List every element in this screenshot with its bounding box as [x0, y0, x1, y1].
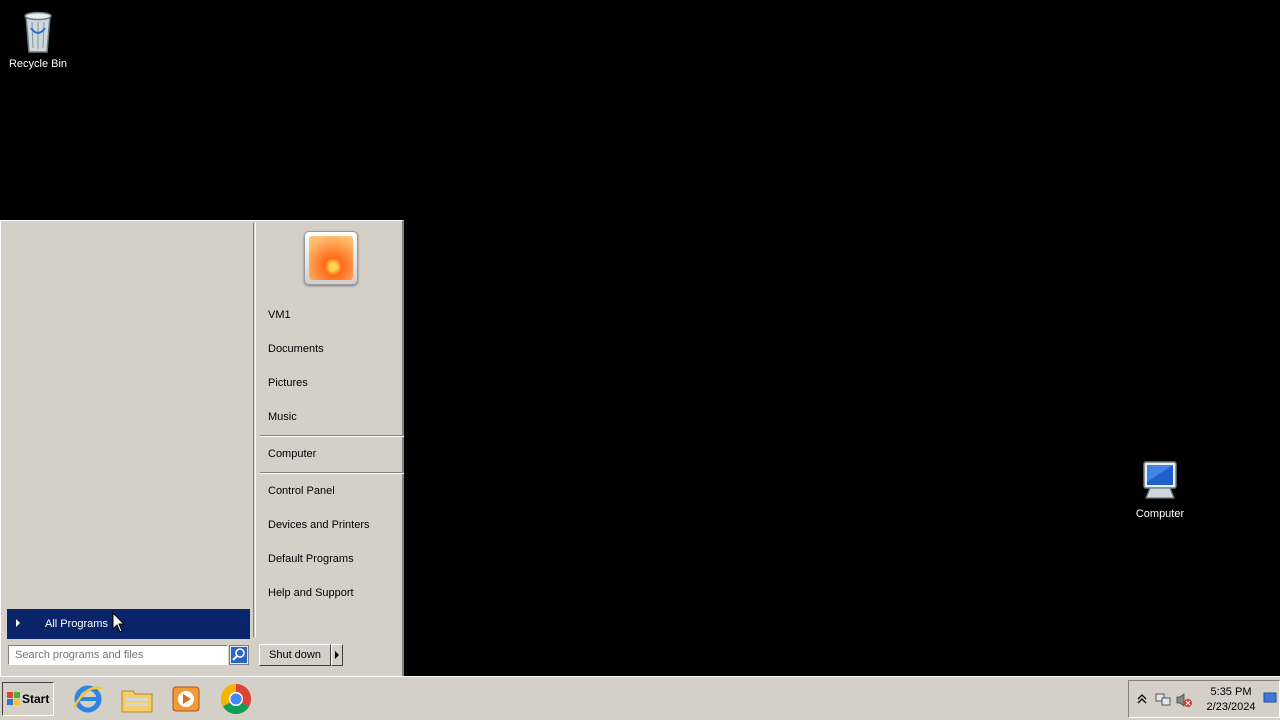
- start-item-default-programs[interactable]: Default Programs: [268, 549, 354, 569]
- clock-time: 5:35 PM: [1210, 686, 1252, 698]
- all-programs-button[interactable]: All Programs: [7, 609, 250, 639]
- user-avatar[interactable]: [304, 231, 358, 285]
- network-icon[interactable]: [1155, 692, 1171, 708]
- volume-muted-icon[interactable]: [1175, 692, 1193, 708]
- start-item-devices-printers[interactable]: Devices and Printers: [268, 515, 370, 535]
- flower-picture-icon: [309, 236, 353, 280]
- search-icon: [231, 647, 247, 663]
- start-button[interactable]: Start: [2, 682, 54, 716]
- start-item-control-panel[interactable]: Control Panel: [268, 481, 335, 501]
- search-button[interactable]: [229, 645, 249, 665]
- search-input[interactable]: [8, 645, 228, 665]
- clock[interactable]: 5:35 PM 2/23/2024: [1201, 685, 1261, 715]
- start-label: Start: [22, 692, 50, 706]
- start-item-pictures[interactable]: Pictures: [268, 373, 308, 393]
- chrome-icon[interactable]: [218, 681, 254, 717]
- clock-date: 2/23/2024: [1206, 701, 1256, 713]
- shutdown-button[interactable]: Shut down: [259, 644, 331, 666]
- start-item-help-support[interactable]: Help and Support: [268, 583, 354, 603]
- media-player-icon[interactable]: [168, 681, 204, 717]
- notification-area: 5:35 PM 2/23/2024: [1128, 680, 1280, 718]
- start-item-computer[interactable]: Computer: [268, 444, 316, 464]
- internet-explorer-icon[interactable]: [70, 681, 106, 717]
- start-item-documents[interactable]: Documents: [268, 339, 324, 359]
- mouse-cursor-icon: [112, 612, 126, 633]
- chevron-up-icon: [1137, 694, 1147, 704]
- windows-explorer-icon[interactable]: [119, 681, 155, 717]
- separator: [260, 435, 404, 437]
- recycle-bin-icon: [14, 8, 62, 56]
- start-menu-places-pane: VM1 Documents Pictures Music Computer Co…: [255, 223, 404, 637]
- start-item-user[interactable]: VM1: [268, 305, 291, 325]
- taskbar: Start 5:35 PM 2/23/2024: [0, 676, 1280, 720]
- desktop-icon-recycle-bin[interactable]: Recycle Bin: [0, 8, 76, 70]
- windows-logo-icon: [7, 692, 20, 705]
- show-desktop-button[interactable]: [1263, 691, 1277, 705]
- show-desktop-icon: [1263, 692, 1277, 703]
- show-hidden-icons-button[interactable]: [1137, 693, 1147, 705]
- desktop-icon-computer[interactable]: Computer: [1122, 458, 1198, 520]
- shutdown-options-button[interactable]: [331, 644, 343, 666]
- start-menu-programs-pane: [3, 223, 254, 637]
- all-programs-label: All Programs: [45, 618, 108, 630]
- start-item-music[interactable]: Music: [268, 407, 297, 427]
- start-menu: VM1 Documents Pictures Music Computer Co…: [0, 220, 404, 676]
- recycle-bin-label: Recycle Bin: [8, 58, 68, 70]
- separator: [260, 472, 404, 474]
- computer-icon: [1136, 458, 1184, 506]
- arrow-right-icon: [16, 619, 20, 627]
- computer-label: Computer: [1135, 508, 1185, 520]
